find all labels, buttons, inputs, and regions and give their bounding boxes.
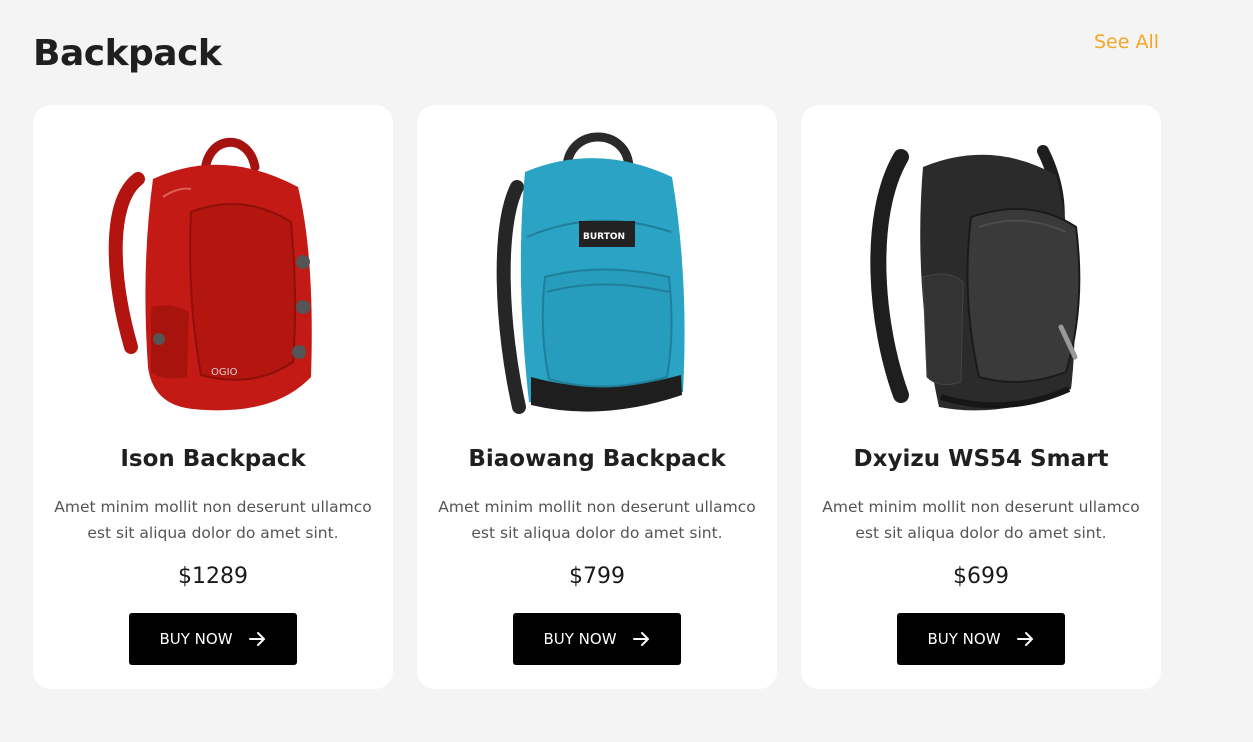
product-price: $699 [953,564,1009,589]
product-card[interactable]: BURTON Biaowang Backpack Amet minim moll… [417,105,777,689]
product-name: Biaowang Backpack [468,446,726,472]
buy-now-button[interactable]: BUY NOW [129,613,297,665]
product-description: Amet minim mollit non deserunt ullamco e… [438,498,756,542]
red-backpack-image[interactable]: OGIO [93,127,333,427]
buy-now-label: BUY NOW [543,630,617,648]
buy-now-label: BUY NOW [927,630,1001,648]
blue-backpack-image[interactable]: BURTON [477,127,717,427]
arrow-right-icon [247,629,267,649]
buy-now-label: BUY NOW [159,630,233,648]
product-card[interactable]: Dxyizu WS54 Smart Amet minim mollit non … [801,105,1161,689]
black-backpack-image[interactable] [861,127,1101,427]
product-name: Dxyizu WS54 Smart [853,446,1109,472]
section-title: Backpack [33,33,222,74]
product-name: Ison Backpack [120,446,306,472]
product-description: Amet minim mollit non deserunt ullamco e… [822,498,1140,542]
arrow-right-icon [1015,629,1035,649]
product-price: $799 [569,564,625,589]
svg-text:OGIO: OGIO [211,367,238,378]
product-card[interactable]: OGIO Ison Backpack Amet minim mollit non… [33,105,393,689]
arrow-right-icon [631,629,651,649]
see-all-link[interactable]: See All [1094,30,1159,54]
buy-now-button[interactable]: BUY NOW [897,613,1065,665]
product-price: $1289 [178,564,248,589]
buy-now-button[interactable]: BUY NOW [513,613,681,665]
product-description: Amet minim mollit non deserunt ullamco e… [54,498,372,542]
svg-text:BURTON: BURTON [583,232,625,242]
